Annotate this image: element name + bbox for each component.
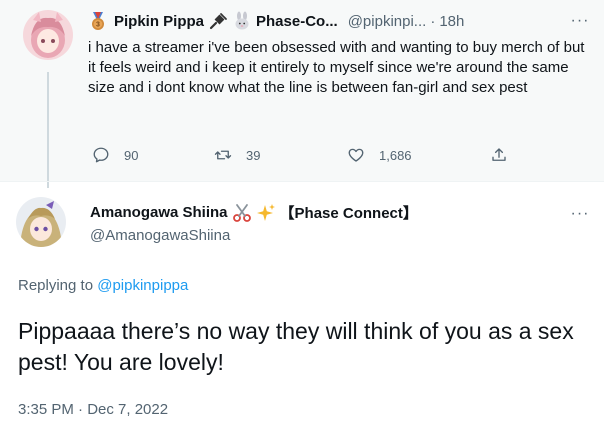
reply-affiliation[interactable]: 【Phase Connect】 bbox=[280, 202, 418, 223]
replying-prefix: Replying to bbox=[18, 277, 94, 294]
rabbit-icon bbox=[235, 11, 249, 30]
parent-display-name[interactable]: Pipkin Pippa bbox=[114, 13, 204, 30]
reply-button[interactable]: 90 bbox=[92, 146, 138, 164]
parent-action-bar: 90 39 1,686 bbox=[88, 146, 588, 168]
reply-header: Amanogawa Shiina 【Phase Connect】 bbox=[90, 202, 418, 223]
reply-more-options-icon[interactable]: ··· bbox=[568, 202, 592, 226]
replying-to-line: Replying to @pipkinpippa bbox=[18, 277, 188, 294]
replying-to-link[interactable]: @pipkinpippa bbox=[97, 277, 188, 294]
reply-tweet-text: Pippaaaa there’s no way they will think … bbox=[18, 318, 574, 375]
svg-text:3: 3 bbox=[96, 22, 100, 29]
parent-tweet-header: 3 Pipkin Pippa Phase-Co... @pipkinpi... … bbox=[88, 10, 592, 32]
tweet-divider bbox=[0, 181, 604, 182]
scissors-icon bbox=[232, 203, 251, 222]
parent-tweet-text: i have a streamer i've been obsessed wit… bbox=[88, 39, 585, 96]
amanogawa-avatar[interactable] bbox=[16, 197, 66, 247]
retweet-icon bbox=[214, 150, 232, 160]
share-icon bbox=[492, 148, 506, 161]
parent-handle[interactable]: @pipkinpi... bbox=[348, 13, 427, 30]
sparkles-icon bbox=[256, 203, 275, 221]
reply-count: 90 bbox=[124, 147, 139, 163]
retweet-button[interactable]: 39 bbox=[214, 146, 260, 164]
parent-time[interactable]: 18h bbox=[439, 13, 464, 30]
parent-affiliation[interactable]: Phase-Co... bbox=[256, 13, 338, 30]
share-button[interactable] bbox=[490, 146, 522, 164]
heart-icon bbox=[348, 148, 364, 162]
like-button[interactable]: 1,686 bbox=[347, 146, 412, 164]
like-count: 1,686 bbox=[379, 147, 412, 163]
reply-timestamp[interactable]: 3:35 PM · Dec 7, 2022 bbox=[18, 401, 168, 418]
parent-more-options-icon[interactable]: ··· bbox=[568, 9, 592, 33]
thread-line bbox=[47, 72, 49, 188]
bronze-medal-icon: 3 bbox=[92, 12, 104, 30]
reply-icon bbox=[93, 147, 109, 163]
retweet-count: 39 bbox=[246, 147, 261, 163]
reply-display-name[interactable]: Amanogawa Shiina bbox=[90, 204, 228, 221]
separator-dot: · bbox=[430, 12, 436, 30]
pipkin-avatar[interactable] bbox=[23, 10, 73, 60]
plug-icon bbox=[209, 13, 227, 30]
reply-handle[interactable]: @AmanogawaShiina bbox=[90, 227, 230, 244]
